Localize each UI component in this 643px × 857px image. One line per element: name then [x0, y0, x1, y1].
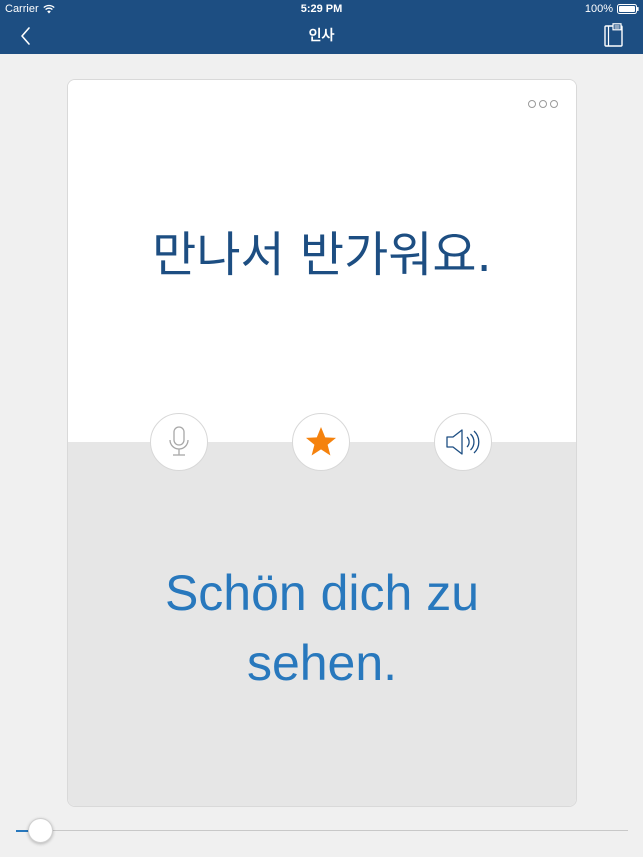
battery-percent: 100% [584, 3, 613, 15]
flashcard-screen: Carrier 5:29 PM 100% 인사 만나서 반가워요. Schön … [0, 0, 643, 857]
star-icon [306, 427, 336, 456]
more-options-button[interactable] [528, 100, 558, 108]
status-time: 5:29 PM [300, 3, 343, 15]
record-button[interactable] [150, 413, 208, 471]
status-right: 100% [585, 0, 639, 18]
status-bar: Carrier 5:29 PM 100% [0, 0, 643, 18]
book-icon [604, 23, 623, 47]
favorite-button[interactable] [292, 413, 350, 471]
microphone-icon [169, 426, 189, 456]
more-dots-icon [528, 100, 536, 108]
flashcard[interactable]: 만나서 반가워요. Schön dich zu sehen. [67, 79, 577, 807]
progress-slider-thumb[interactable] [28, 818, 54, 843]
battery-icon [617, 4, 639, 14]
nav-bar: 인사 [0, 18, 643, 54]
phrasebook-button[interactable] [601, 23, 627, 49]
nav-title: 인사 [308, 28, 335, 44]
speaker-icon [446, 429, 480, 455]
play-audio-button[interactable] [434, 413, 492, 471]
more-dots-icon [539, 100, 547, 108]
korean-phrase: 만나서 반가워요. [152, 227, 492, 283]
german-translation: Schön dich zu sehen. [164, 565, 480, 691]
progress-slider-track[interactable] [16, 830, 628, 831]
more-dots-icon [550, 100, 558, 108]
